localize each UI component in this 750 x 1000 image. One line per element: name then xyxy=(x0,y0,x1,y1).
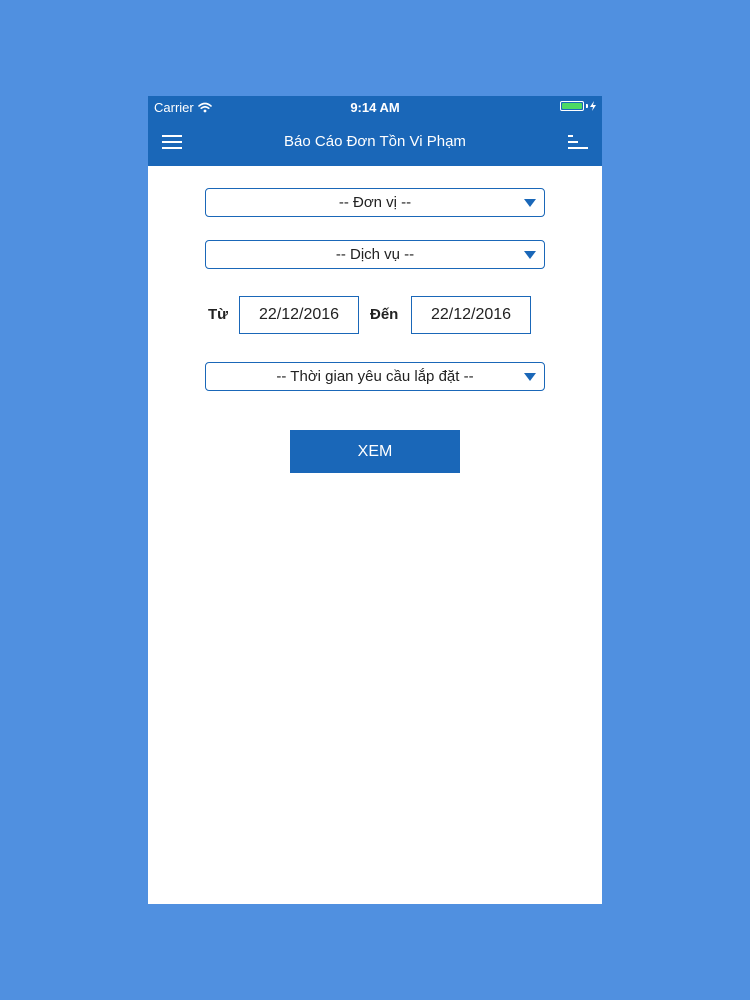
battery-indicator xyxy=(560,101,596,111)
install-time-dropdown[interactable]: -- Thời gian yêu cầu lắp đặt -- xyxy=(205,362,545,391)
to-date-field[interactable] xyxy=(411,296,531,334)
phone-screen: Carrier 9:14 AM Báo Cáo Đơn Tồn Vi Phạm … xyxy=(148,96,602,904)
date-range-row: Từ Đến xyxy=(148,296,602,334)
install-time-dropdown-label: -- Thời gian yêu cầu lắp đặt -- xyxy=(276,368,474,385)
status-bar: Carrier 9:14 AM xyxy=(148,96,602,118)
navigation-bar: Báo Cáo Đơn Tồn Vi Phạm xyxy=(148,118,602,166)
from-date-label: Từ xyxy=(208,306,229,323)
sort-icon[interactable] xyxy=(568,134,588,150)
service-dropdown[interactable]: -- Dịch vụ -- xyxy=(205,240,545,269)
service-dropdown-label: -- Dịch vụ -- xyxy=(335,246,415,263)
unit-dropdown-label: -- Đơn vị -- xyxy=(338,194,412,211)
view-button[interactable]: XEM xyxy=(290,430,460,473)
battery-icon xyxy=(560,101,584,111)
unit-dropdown[interactable]: -- Đơn vị -- xyxy=(205,188,545,217)
to-date-label: Đến xyxy=(370,306,399,323)
chevron-down-icon xyxy=(524,199,536,207)
page-title: Báo Cáo Đơn Tồn Vi Phạm xyxy=(284,133,466,150)
from-date-field[interactable] xyxy=(239,296,359,334)
chevron-down-icon xyxy=(524,251,536,259)
battery-tip xyxy=(586,104,588,108)
status-time: 9:14 AM xyxy=(350,100,400,115)
battery-fill xyxy=(562,103,582,109)
charging-bolt-icon xyxy=(590,101,596,111)
chevron-down-icon xyxy=(524,373,536,381)
